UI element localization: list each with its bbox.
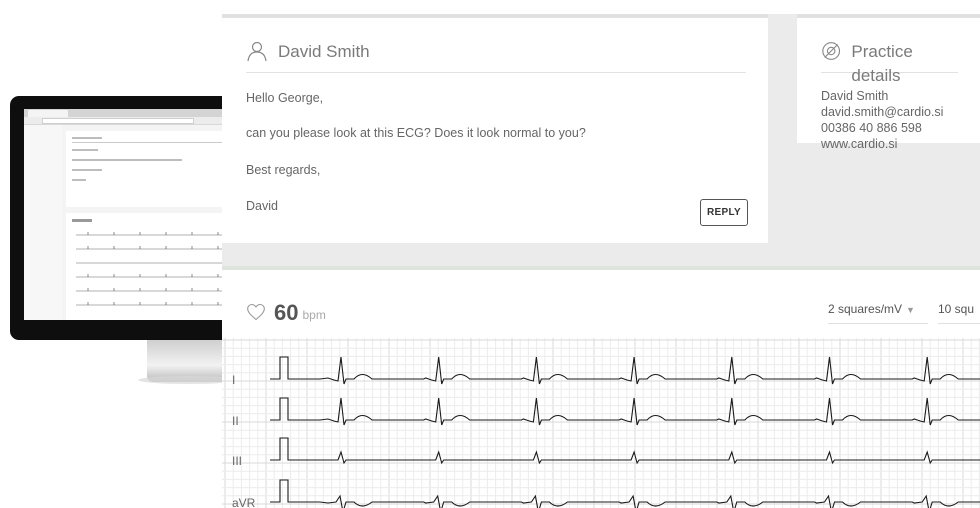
mini-ecg-card (66, 213, 236, 320)
lead-label-avr: aVR (232, 496, 256, 508)
practice-email[interactable]: david.smith@cardio.si (821, 105, 943, 119)
speed-select[interactable]: 10 squ (938, 297, 980, 324)
lead-label-iii: III (232, 454, 242, 468)
scale-select[interactable]: 2 squares/mV ▼ (828, 297, 928, 324)
practice-website[interactable]: www.cardio.si (821, 137, 897, 151)
message-body: can you please look at this ECG? Does it… (246, 126, 586, 140)
message-signature: David (246, 199, 278, 213)
heart-rate-display: 60 bpm (246, 296, 326, 326)
practice-name: David Smith (821, 89, 889, 103)
user-icon (247, 41, 267, 62)
lead-label-ii: II (232, 414, 239, 428)
practice-icon (822, 42, 841, 60)
ecg-trace-ii (270, 397, 980, 426)
ecg-traces (270, 356, 980, 508)
mini-ecg-traces (76, 232, 226, 306)
practice-title: Practice details (851, 42, 913, 85)
speed-select-value: 10 squ (938, 302, 975, 316)
mini-message-card (66, 131, 236, 207)
sender-name: David Smith (278, 42, 370, 61)
monitor-screen-preview (24, 109, 236, 320)
message-card: David Smith Hello George, can you please… (222, 14, 768, 243)
ecg-trace-iii (270, 437, 980, 465)
heart-rate-value: 60 (274, 300, 299, 325)
reply-button[interactable]: REPLY (700, 199, 748, 226)
mini-browser-tabbar (24, 109, 236, 117)
mini-browser-urlbar (24, 117, 236, 125)
ecg-card: 60 bpm 2 squares/mV ▼ 10 squ I II III aVR (222, 266, 980, 508)
heart-rate-unit: bpm (302, 308, 326, 322)
monitor-mockup (10, 96, 250, 340)
message-greeting: Hello George, (246, 91, 324, 105)
heart-icon (247, 303, 265, 321)
scale-select-value: 2 squares/mV (828, 302, 903, 316)
message-card-header: David Smith (246, 40, 746, 73)
practice-details-card: Practice details David Smith david.smith… (797, 14, 980, 151)
chevron-down-icon: ▼ (906, 305, 915, 315)
message-closing: Best regards, (246, 163, 321, 177)
app-panel: David Smith Hello George, can you please… (222, 14, 980, 508)
ecg-trace-i (270, 356, 980, 385)
ecg-chart: IIIIIIaVR (222, 338, 980, 508)
lead-label-i: I (232, 373, 235, 387)
ecg-grid (222, 338, 980, 508)
ecg-strip: I II III aVR (222, 338, 980, 508)
practice-phone: 00386 40 886 598 (821, 121, 922, 135)
mini-sidebar (24, 125, 62, 320)
practice-card-header: Practice details (821, 40, 958, 85)
